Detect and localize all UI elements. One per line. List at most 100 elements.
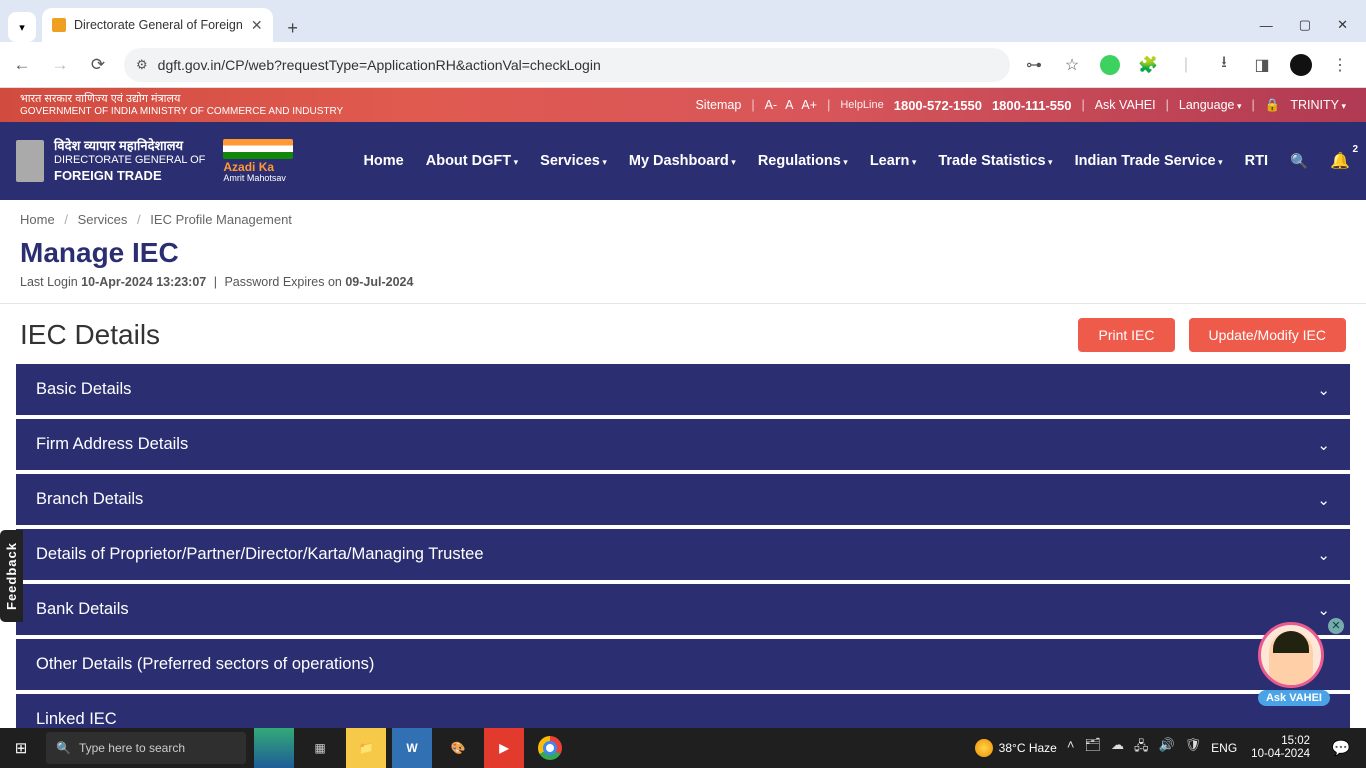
taskbar-explorer-icon[interactable]: 📁 [346,728,386,768]
language-dropdown[interactable]: Language [1179,98,1242,112]
tray-battery-icon[interactable]: 🗂 [1084,737,1101,759]
chatbot-avatar-icon[interactable] [1258,622,1324,688]
separator: | [827,98,830,112]
taskbar-word-icon[interactable]: W [392,728,432,768]
accordion-item[interactable]: Firm Address Details⌄ [16,419,1350,470]
taskbar-pinned-apps: ▦ 📁 W 🎨 ▶ [254,728,570,768]
chrome-menu-icon[interactable]: ⋮ [1330,55,1350,75]
tab-list-dropdown[interactable]: ▾ [8,12,36,42]
taskbar-app-icon[interactable]: 🎨 [438,728,478,768]
taskbar-clock[interactable]: 15:02 10-04-2024 [1247,735,1314,761]
nav-item-regulations[interactable]: Regulations [758,153,848,169]
taskbar-taskview-icon[interactable]: ▦ [300,728,340,768]
downloads-icon[interactable]: ⭳ [1214,55,1234,75]
extension-green-icon[interactable] [1100,55,1120,75]
nav-item-home[interactable]: Home [363,153,403,169]
nav-item-trade-statistics[interactable]: Trade Statistics [938,153,1052,169]
sitemap-link[interactable]: Sitemap [695,98,741,112]
profile-avatar[interactable] [1290,54,1312,76]
font-normal-button[interactable]: A [785,98,793,112]
weather-widget[interactable]: 38°C Haze [975,739,1057,757]
new-tab-button[interactable]: + [279,14,307,42]
last-login-label: Last Login [20,275,81,289]
taskbar-search[interactable]: 🔍 Type here to search [46,732,246,764]
tray-language[interactable]: ENG [1211,741,1237,755]
taskbar-anydesk-icon[interactable]: ▶ [484,728,524,768]
browser-chrome: ▾ Directorate General of Foreign ✕ + — ▢… [0,0,1366,88]
page-title-row: Manage IEC [0,233,1366,273]
nav-item-learn[interactable]: Learn [870,153,917,169]
accordion-item[interactable]: Details of Proprietor/Partner/Director/K… [16,529,1350,580]
nav-item-my-dashboard[interactable]: My Dashboard [629,153,736,169]
tray-security-icon[interactable]: 🛡 [1185,737,1202,759]
reload-button[interactable]: ⟳ [86,55,110,75]
password-expiry-label: Password Expires on [224,275,345,289]
font-increase-button[interactable]: A+ [801,98,817,112]
taskbar-chrome-icon[interactable] [530,728,570,768]
sidepanel-icon[interactable]: ◨ [1252,55,1272,75]
divider: | [1176,55,1196,75]
national-emblem-icon [16,140,44,182]
tray-onedrive-icon[interactable]: ☁ [1111,737,1124,759]
section-buttons: Print IEC Update/Modify IEC [1078,318,1346,352]
user-dropdown[interactable]: TRINITY [1290,98,1346,112]
clock-time: 15:02 [1251,735,1310,748]
nav-item-services[interactable]: Services [540,153,607,169]
weather-sun-icon [975,739,993,757]
gov-hindi-text: भारत सरकार वाणिज्य एवं उद्योग मंत्रालय [20,93,343,105]
tab-close-icon[interactable]: ✕ [251,17,263,34]
extensions-puzzle-icon[interactable]: 🧩 [1138,55,1158,75]
breadcrumb-home[interactable]: Home [20,212,55,227]
search-icon: 🔍 [56,741,71,755]
taskbar-widgets-icon[interactable] [254,728,294,768]
windows-taskbar: ⊞ 🔍 Type here to search ▦ 📁 W 🎨 ▶ 38°C H… [0,728,1366,768]
chatbot-close-icon[interactable]: ✕ [1328,618,1344,634]
tray-chevron-icon[interactable]: ˄ [1067,737,1075,759]
browser-action-icons: ⊶ ☆ 🧩 | ⭳ ◨ ⋮ [1024,54,1356,76]
nav-item-about-dgft[interactable]: About DGFT [426,153,518,169]
password-key-icon[interactable]: ⊶ [1024,55,1044,75]
nav-bell-icon[interactable]: 🔔2 [1330,151,1350,171]
accordion-item[interactable]: Branch Details⌄ [16,474,1350,525]
notifications-icon[interactable]: 💬 [1324,739,1358,757]
accordion-item[interactable]: Basic Details⌄ [16,364,1350,415]
maximize-button[interactable]: ▢ [1299,17,1311,33]
address-bar[interactable]: ⚙ dgft.gov.in/CP/web?requestType=Applica… [124,48,1010,82]
close-window-button[interactable]: ✕ [1337,17,1348,33]
url-text: dgft.gov.in/CP/web?requestType=Applicati… [158,57,601,73]
user-lock-icon: 🔒 [1265,98,1281,113]
back-button[interactable]: ← [10,55,34,75]
helpline-phone-2[interactable]: 1800-111-550 [992,98,1072,113]
nav-search-icon[interactable]: 🔍 [1290,153,1308,170]
section-header: IEC Details Print IEC Update/Modify IEC [0,304,1366,364]
separator: | [1252,98,1255,112]
font-decrease-button[interactable]: A- [765,98,778,112]
accordion-label: Basic Details [36,380,131,399]
tray-volume-icon[interactable]: 🔊 [1158,737,1174,759]
browser-tab-active[interactable]: Directorate General of Foreign ✕ [42,8,273,42]
update-modify-iec-button[interactable]: Update/Modify IEC [1189,318,1347,352]
breadcrumb-current: IEC Profile Management [150,212,292,227]
last-login-value: 10-Apr-2024 13:23:07 [81,275,206,289]
breadcrumb-services[interactable]: Services [78,212,128,227]
nav-item-rti[interactable]: RTI [1245,153,1268,169]
bookmark-star-icon[interactable]: ☆ [1062,55,1082,75]
accordion-item[interactable]: Other Details (Preferred sectors of oper… [16,639,1350,690]
chatbot-widget[interactable]: ✕ Ask VAHEI [1258,622,1330,706]
helpline-phone-1[interactable]: 1800-572-1550 [894,98,982,113]
accordion-label: Bank Details [36,600,129,619]
forward-button[interactable]: → [48,55,72,75]
chevron-down-icon: ⌄ [1317,546,1330,564]
print-iec-button[interactable]: Print IEC [1078,318,1174,352]
nav-item-indian-trade-service[interactable]: Indian Trade Service [1075,153,1223,169]
accordion-label: Other Details (Preferred sectors of oper… [36,655,374,674]
accordion-item[interactable]: Bank Details⌄ [16,584,1350,635]
accordion: Basic Details⌄Firm Address Details⌄Branc… [0,364,1366,761]
feedback-tab[interactable]: Feedback [0,530,23,622]
ask-vahei-link[interactable]: Ask VAHEI [1095,98,1156,112]
site-info-icon[interactable]: ⚙ [136,57,148,73]
start-button[interactable]: ⊞ [0,728,42,768]
tray-network-icon[interactable]: 🖧 [1134,737,1149,759]
brand-block[interactable]: विदेश व्यापार महानिदेशालय DIRECTORATE GE… [16,138,205,184]
minimize-button[interactable]: — [1260,18,1273,33]
